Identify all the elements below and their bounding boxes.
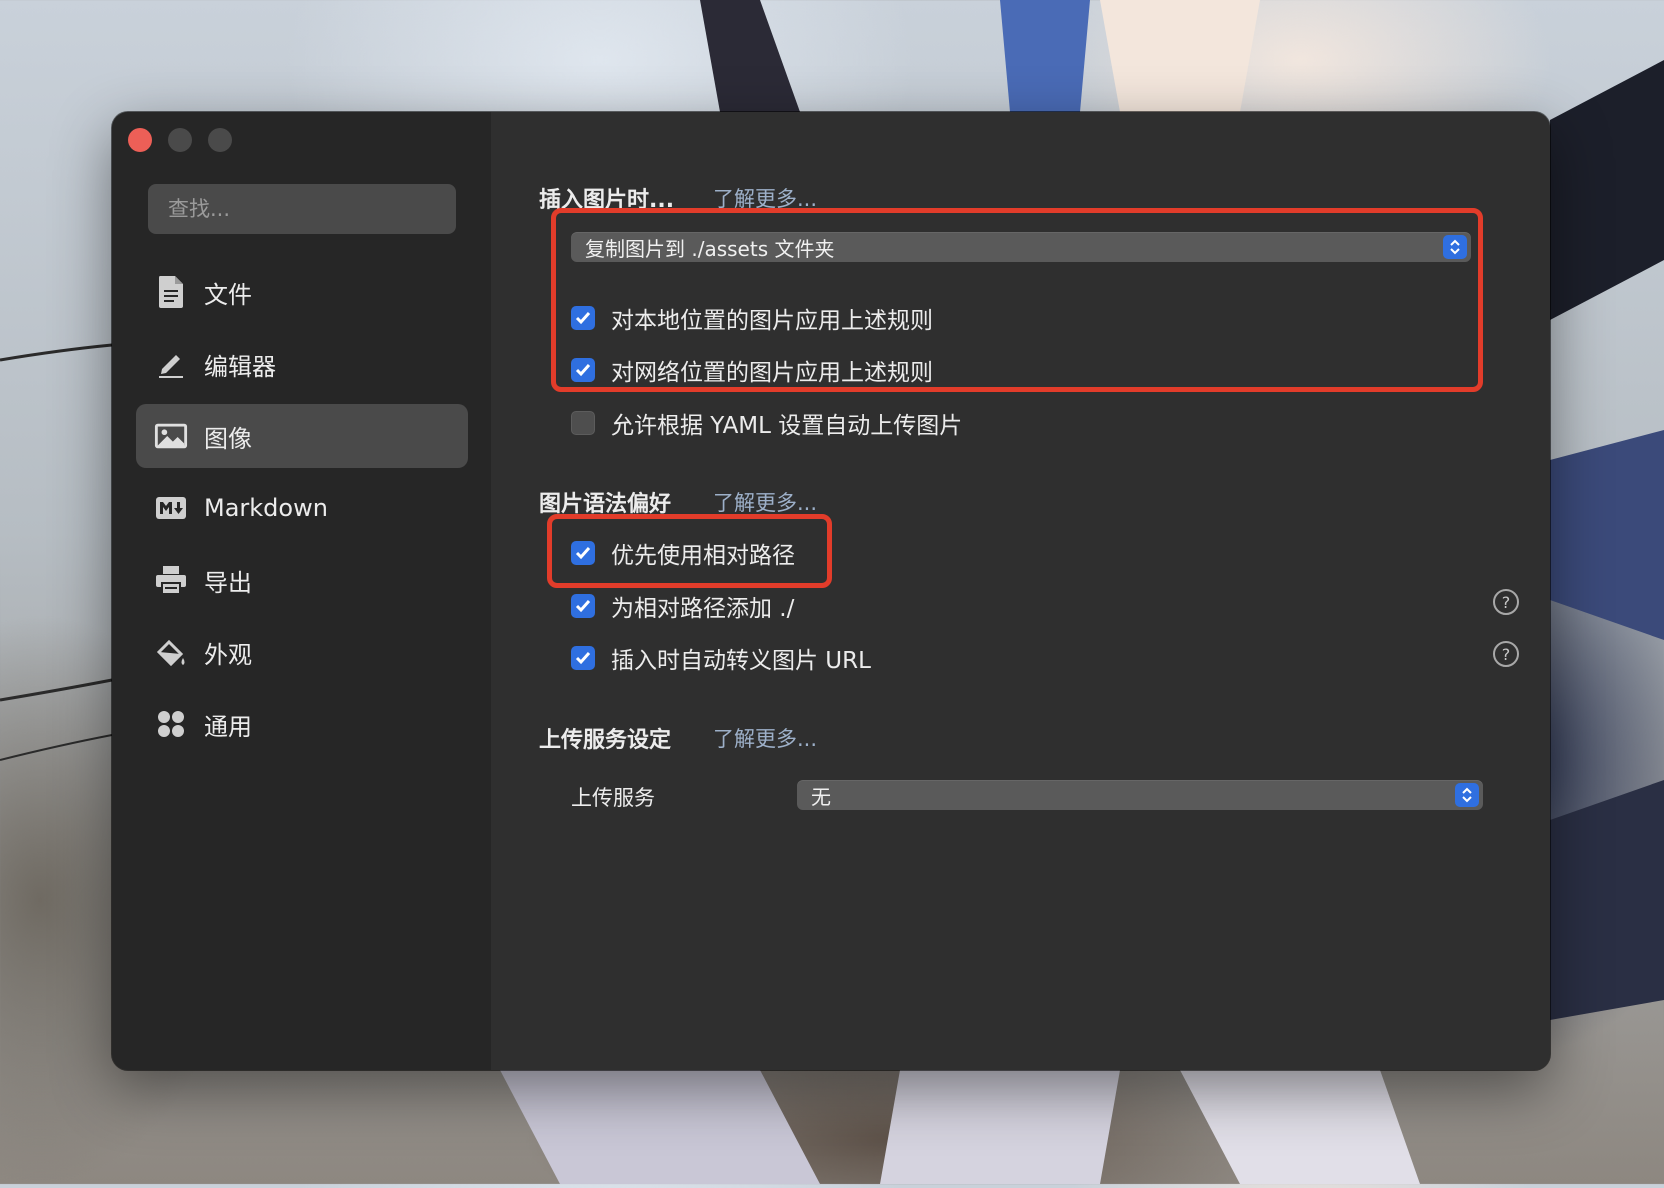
option-label: 插入时自动转义图片 URL [611,648,871,674]
search-input[interactable] [148,184,456,234]
paint-bucket-icon [154,635,188,669]
image-icon [154,419,188,453]
printer-icon [154,563,188,597]
upload-learn-more-link[interactable]: 了解更多... [713,723,817,753]
question-mark-icon[interactable]: ? [1493,589,1519,615]
option-label: 为相对路径添加 ./ [611,596,795,622]
sidebar-item-file[interactable]: 文件 [136,260,468,324]
close-window-button[interactable] [128,128,152,152]
escape-url-option[interactable]: 插入时自动转义图片 URL [571,641,871,675]
insert-image-learn-more-link[interactable]: 了解更多... [713,183,817,213]
add-dot-slash-option[interactable]: 为相对路径添加 ./ [571,589,794,623]
option-label: 对网络位置的图片应用上述规则 [611,360,933,386]
sidebar-item-label: 文件 [204,280,252,309]
sidebar-item-export[interactable]: 导出 [136,548,468,612]
sidebar-item-label: 通用 [204,712,252,741]
sidebar-nav: 文件 编辑器 图像 Markdown 导出 外观 通用 [136,260,468,764]
apply-local-option[interactable]: 对本地位置的图片应用上述规则 [571,301,933,335]
document-icon [154,275,188,309]
insert-image-title: 插入图片时... [539,188,675,213]
checkbox-checked[interactable] [571,646,595,670]
markdown-icon [154,491,188,525]
insert-image-action-select[interactable]: 复制图片到 ./assets 文件夹 [571,232,1471,262]
image-syntax-title: 图片语法偏好 [539,492,672,517]
checkbox-checked[interactable] [571,306,595,330]
sidebar-item-label: 图像 [204,424,252,453]
sidebar-item-appearance[interactable]: 外观 [136,620,468,684]
select-value: 无 [811,784,831,809]
apply-network-option[interactable]: 对网络位置的图片应用上述规则 [571,353,933,387]
prefer-relative-path-option[interactable]: 优先使用相对路径 [571,536,795,570]
pencil-icon [154,347,188,381]
image-settings-panel: 插入图片时... 了解更多... 复制图片到 ./assets 文件夹 对本地位… [491,112,1550,1070]
updown-chevron-icon [1455,783,1479,807]
sidebar-item-general[interactable]: 通用 [136,692,468,756]
sidebar-item-label: Markdown [204,494,328,522]
window-controls [128,128,232,152]
updown-chevron-icon [1443,235,1467,259]
preferences-window: 文件 编辑器 图像 Markdown [112,112,1550,1070]
checkbox-unchecked[interactable] [571,411,595,435]
sidebar-item-markdown[interactable]: Markdown [136,476,468,540]
upload-service-label: 上传服务 [571,786,655,810]
minimize-window-button[interactable] [168,128,192,152]
option-label: 优先使用相对路径 [611,543,795,569]
grid-icon [154,707,188,741]
option-label: 对本地位置的图片应用上述规则 [611,308,933,334]
checkbox-checked[interactable] [571,594,595,618]
upload-service-title: 上传服务设定 [539,728,672,753]
sidebar-item-label: 导出 [204,568,252,597]
image-syntax-learn-more-link[interactable]: 了解更多... [713,487,817,517]
zoom-window-button[interactable] [208,128,232,152]
sidebar: 文件 编辑器 图像 Markdown [112,112,491,1070]
sidebar-item-image[interactable]: 图像 [136,404,468,468]
sidebar-item-label: 编辑器 [204,352,276,381]
upload-service-select[interactable]: 无 [797,780,1483,810]
checkbox-checked[interactable] [571,541,595,565]
sidebar-item-editor[interactable]: 编辑器 [136,332,468,396]
option-label: 允许根据 YAML 设置自动上传图片 [611,413,963,439]
select-value: 复制图片到 ./assets 文件夹 [585,236,835,261]
question-mark-icon[interactable]: ? [1493,641,1519,667]
sidebar-item-label: 外观 [204,640,252,669]
yaml-upload-option[interactable]: 允许根据 YAML 设置自动上传图片 [571,406,962,440]
checkbox-checked[interactable] [571,358,595,382]
